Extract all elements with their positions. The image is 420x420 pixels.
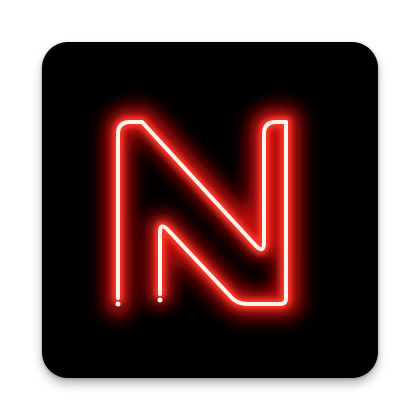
icon-canvas: [0, 0, 420, 420]
neon-n-logo-icon: [105, 107, 301, 317]
app-icon-tile[interactable]: [42, 42, 378, 378]
